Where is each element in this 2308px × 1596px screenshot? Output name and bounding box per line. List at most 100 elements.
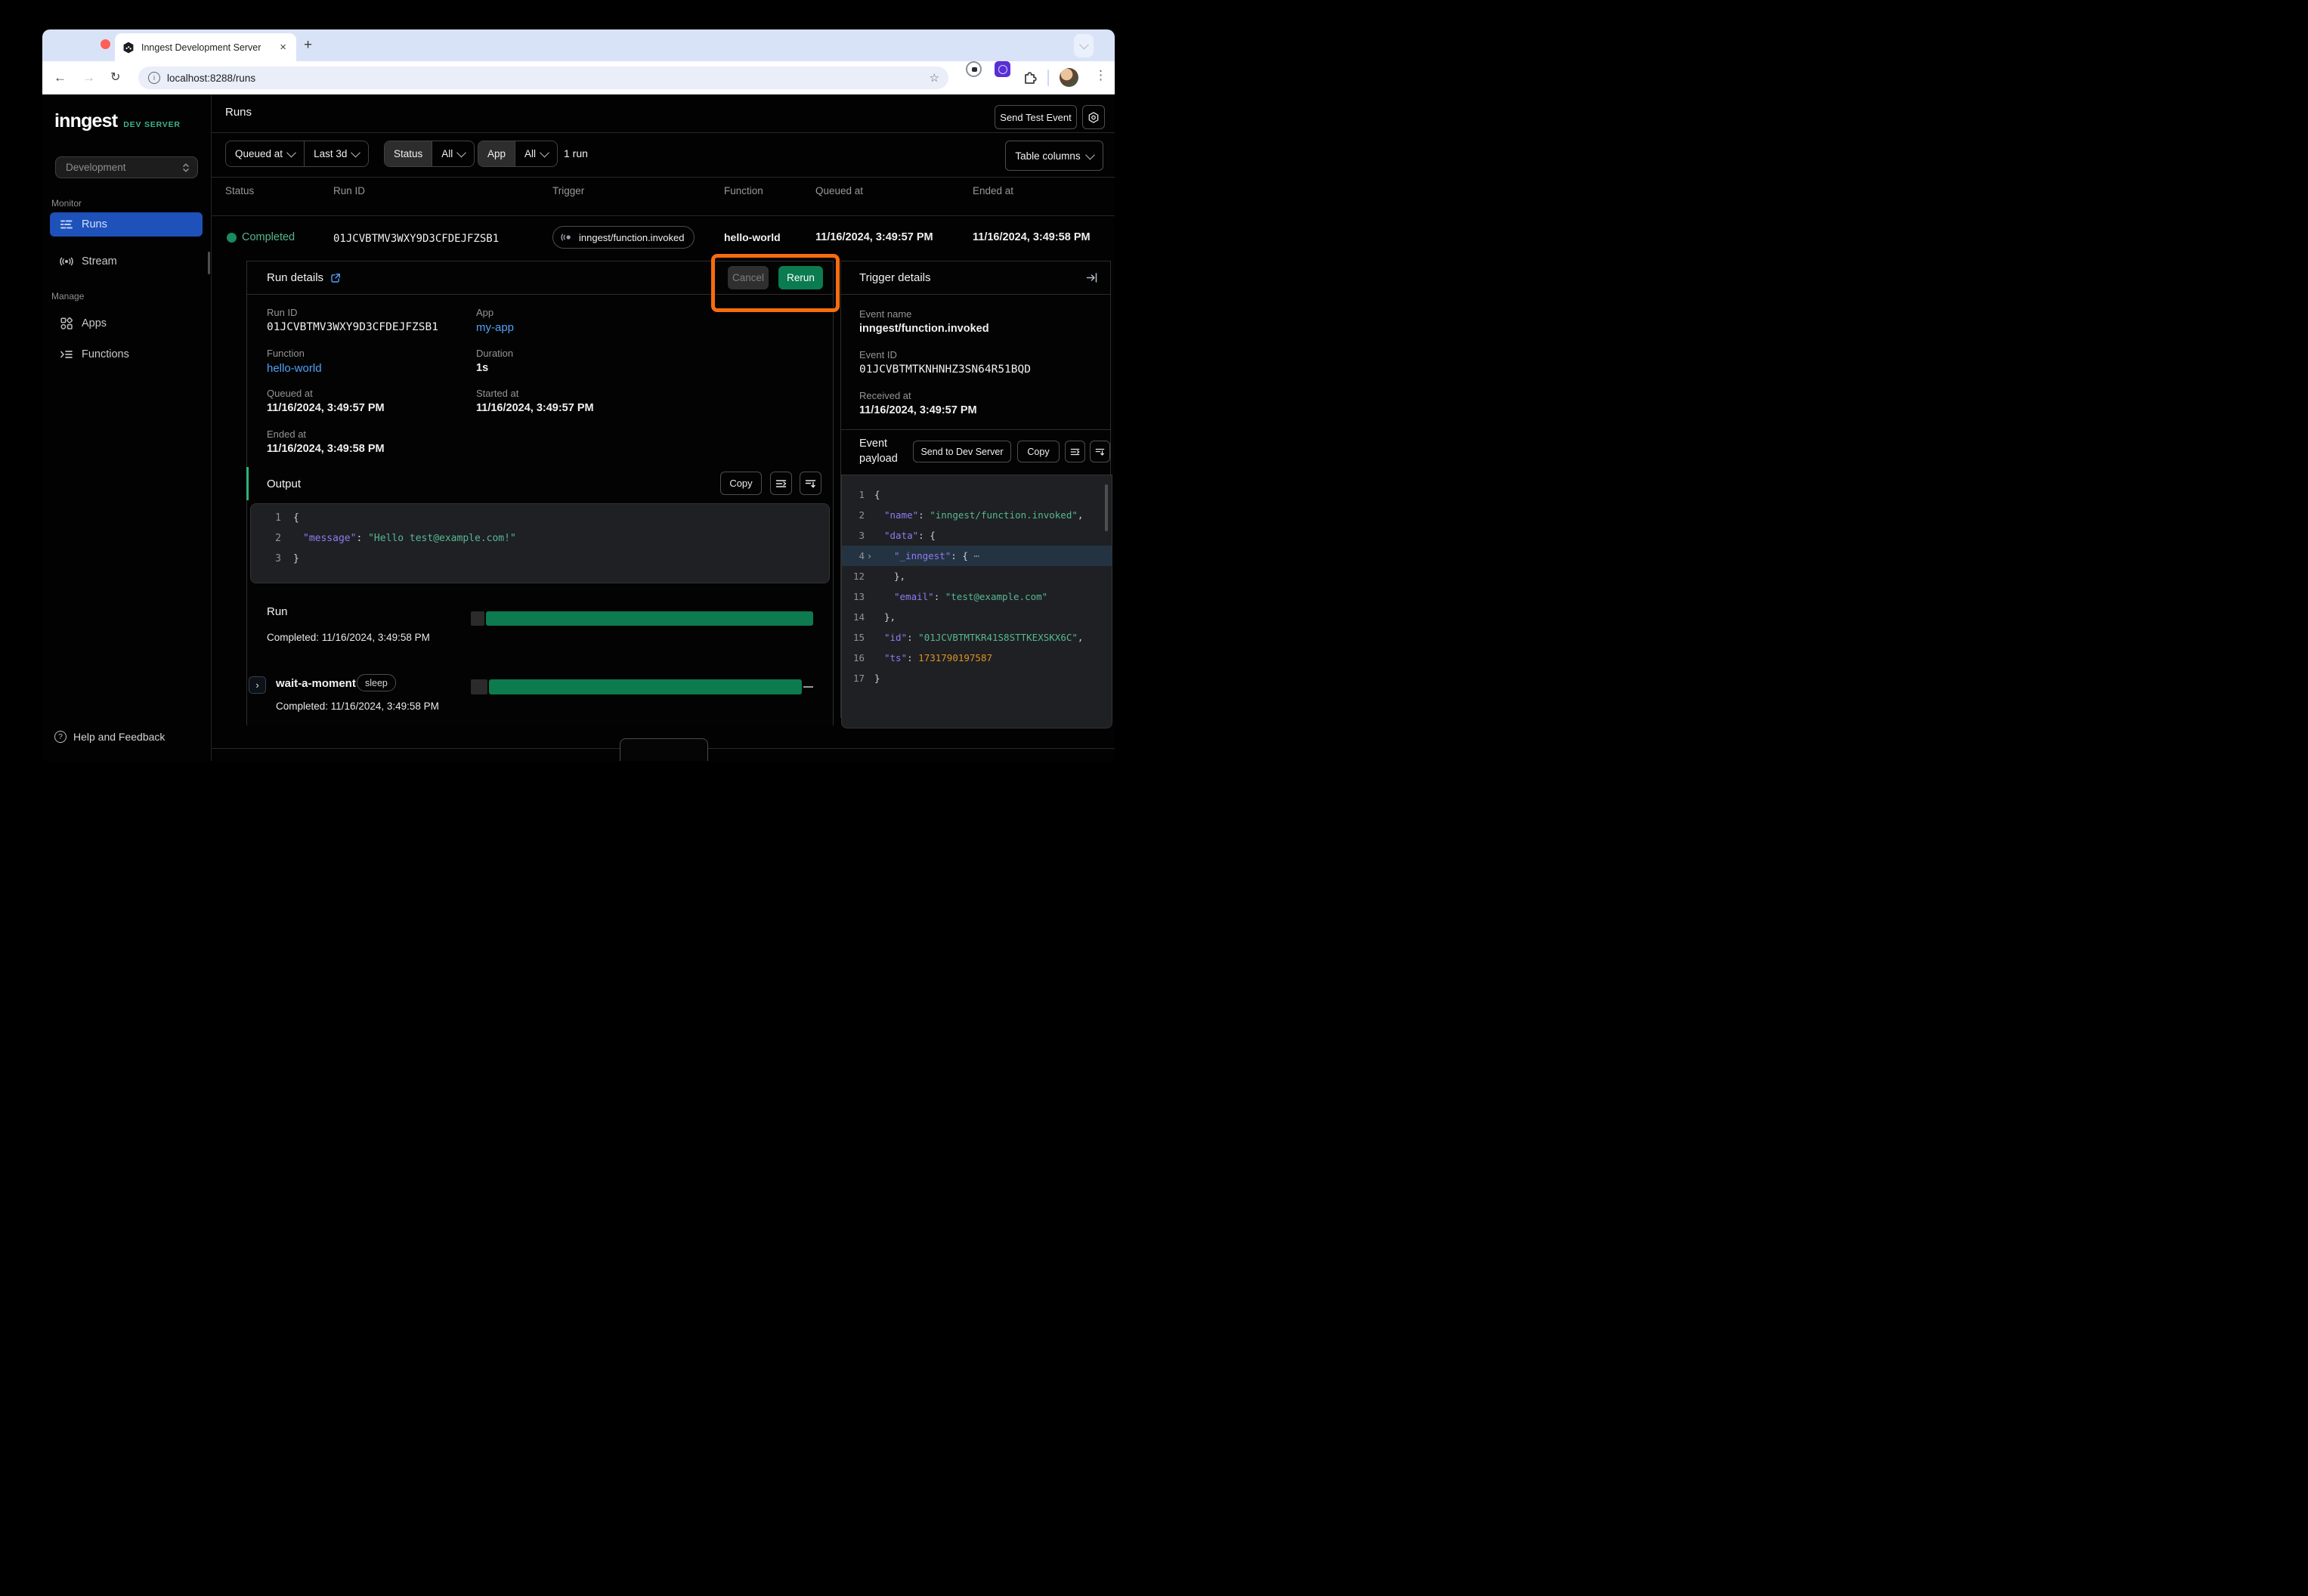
code-line: 3} bbox=[251, 549, 829, 569]
time-filter[interactable]: Queued at Last 3d bbox=[225, 141, 369, 167]
column-header-run-id[interactable]: Run ID bbox=[333, 185, 365, 196]
browser-tab[interactable]: Inngest Development Server × bbox=[115, 33, 296, 61]
code-content: "message": "Hello test@example.com!" bbox=[293, 533, 516, 544]
output-copy-button[interactable]: Copy bbox=[720, 472, 762, 495]
expand-lines-icon bbox=[805, 478, 816, 489]
app-filter-label: App bbox=[478, 141, 515, 166]
run-details-panel: Run details Cancel Rerun Run ID 01JCVBTM… bbox=[246, 261, 834, 725]
extensions-puzzle-icon[interactable] bbox=[1023, 69, 1038, 85]
external-link-icon[interactable] bbox=[330, 273, 341, 283]
field-label: App bbox=[476, 307, 514, 318]
step-name[interactable]: wait-a-moment bbox=[276, 677, 356, 690]
trigger-details-panel: Trigger details Event name inngest/funct… bbox=[840, 261, 1111, 718]
payload-scrollbar[interactable] bbox=[1105, 484, 1108, 531]
traffic-light-close[interactable] bbox=[101, 39, 110, 49]
bookmark-star-icon[interactable]: ☆ bbox=[930, 71, 939, 85]
sidebar-item-runs[interactable]: Runs bbox=[50, 212, 203, 237]
column-header-ended-at[interactable]: Ended at bbox=[973, 185, 1013, 196]
row-run-id[interactable]: 01JCVBTMV3WXY9D3CFDEJFZSB1 bbox=[333, 233, 499, 245]
forward-button[interactable]: → bbox=[82, 70, 95, 86]
code-line: 13"email": "test@example.com" bbox=[842, 586, 1112, 607]
sidebar-item-apps[interactable]: Apps bbox=[50, 311, 203, 336]
settings-gear-button[interactable] bbox=[1082, 105, 1105, 129]
apps-icon bbox=[60, 317, 73, 330]
collapse-chevron-icon[interactable]: › bbox=[865, 551, 874, 561]
run-details-header: Run details Cancel Rerun bbox=[247, 261, 833, 295]
line-number: 12 bbox=[842, 571, 865, 582]
column-header-queued-at[interactable]: Queued at bbox=[815, 185, 863, 196]
code-line: 3"data": { bbox=[842, 525, 1112, 546]
field-duration: Duration 1s bbox=[476, 348, 513, 374]
run-details-title: Run details bbox=[267, 271, 341, 284]
code-content: "data": { bbox=[874, 530, 936, 541]
reload-button[interactable]: ↻ bbox=[110, 70, 120, 86]
payload-word-wrap-button[interactable] bbox=[1065, 441, 1085, 462]
sidebar-item-functions[interactable]: Functions bbox=[50, 342, 203, 367]
runs-icon bbox=[60, 218, 73, 231]
purple-extension-icon[interactable] bbox=[995, 61, 1010, 77]
payload-copy-button[interactable]: Copy bbox=[1017, 441, 1060, 462]
field-event-name: Event name inngest/function.invoked bbox=[859, 308, 989, 335]
column-header-trigger[interactable]: Trigger bbox=[552, 185, 584, 196]
sidebar-scrollbar[interactable] bbox=[208, 252, 210, 274]
environment-select[interactable]: Development bbox=[55, 156, 198, 178]
code-line: 12}, bbox=[842, 566, 1112, 586]
field-started-at: Started at 11/16/2024, 3:49:57 PM bbox=[476, 388, 594, 414]
function-link[interactable]: hello-world bbox=[267, 362, 322, 375]
run-bar[interactable] bbox=[486, 611, 813, 626]
cancel-button[interactable]: Cancel bbox=[728, 266, 769, 289]
functions-icon bbox=[60, 348, 73, 361]
new-tab-button[interactable]: + bbox=[304, 38, 312, 53]
time-range-select[interactable]: Last 3d bbox=[304, 141, 368, 166]
status-filter-value[interactable]: All bbox=[432, 141, 474, 166]
event-payload-title: Event payload bbox=[859, 436, 914, 466]
code-content: { bbox=[874, 489, 880, 500]
line-number: 1 bbox=[842, 489, 865, 500]
step-completed-text: Completed: 11/16/2024, 3:49:58 PM bbox=[276, 701, 439, 712]
code-line: 1{ bbox=[251, 508, 829, 528]
code-content: } bbox=[874, 673, 880, 684]
output-expand-button[interactable] bbox=[800, 472, 821, 495]
app-filter[interactable]: App All bbox=[478, 141, 558, 167]
status-filter[interactable]: Status All bbox=[384, 141, 475, 167]
send-to-dev-server-button[interactable]: Send to Dev Server bbox=[913, 441, 1011, 462]
table-columns-button[interactable]: Table columns bbox=[1005, 141, 1103, 171]
rerun-button[interactable]: Rerun bbox=[778, 266, 823, 289]
code-line: 14}, bbox=[842, 607, 1112, 627]
row-trigger-label: inngest/function.invoked bbox=[579, 232, 684, 243]
back-button[interactable]: ← bbox=[54, 70, 67, 86]
address-bar[interactable]: i localhost:8288/runs ☆ bbox=[138, 66, 948, 89]
code-content: "email": "test@example.com" bbox=[874, 591, 1047, 602]
field-value: 11/16/2024, 3:49:57 PM bbox=[476, 402, 594, 414]
field-label: Event name bbox=[859, 308, 989, 320]
column-header-function[interactable]: Function bbox=[724, 185, 763, 196]
sidebar-item-label: Apps bbox=[82, 317, 107, 329]
payload-expand-button[interactable] bbox=[1090, 441, 1110, 462]
send-test-event-button[interactable]: Send Test Event bbox=[995, 105, 1077, 129]
cutoff-bottom-button[interactable] bbox=[620, 738, 708, 761]
select-updown-icon bbox=[182, 162, 190, 173]
help-and-feedback[interactable]: ? Help and Feedback bbox=[54, 731, 165, 743]
password-manager-extension-icon[interactable] bbox=[966, 61, 982, 77]
profile-avatar[interactable] bbox=[1060, 68, 1078, 87]
field-label: Run ID bbox=[267, 307, 438, 318]
tab-list-chevron-icon[interactable] bbox=[1074, 34, 1094, 57]
app-link[interactable]: my-app bbox=[476, 321, 514, 334]
sidebar-item-stream[interactable]: Stream bbox=[50, 249, 203, 274]
run-details-title-text: Run details bbox=[267, 271, 323, 284]
timeline-run-label[interactable]: Run bbox=[267, 605, 288, 618]
output-word-wrap-button[interactable] bbox=[770, 472, 792, 495]
app-filter-value[interactable]: All bbox=[515, 141, 557, 166]
tab-close-icon[interactable]: × bbox=[277, 41, 289, 54]
step-expand-chevron[interactable]: › bbox=[249, 676, 266, 694]
time-field-select[interactable]: Queued at bbox=[226, 141, 304, 166]
event-payload-code[interactable]: 1{2"name": "inngest/function.invoked",3"… bbox=[841, 475, 1112, 728]
output-code[interactable]: 1{2"message": "Hello test@example.com!"3… bbox=[250, 503, 830, 583]
site-info-icon[interactable]: i bbox=[148, 72, 160, 84]
browser-window: Inngest Development Server × + ← → ↻ i l… bbox=[42, 29, 1115, 761]
column-header-status[interactable]: Status bbox=[225, 185, 254, 196]
row-trigger-badge[interactable]: inngest/function.invoked bbox=[552, 226, 695, 249]
browser-menu-icon[interactable]: ⋮ bbox=[1094, 68, 1107, 83]
step-bar[interactable] bbox=[489, 679, 802, 694]
collapse-panel-icon[interactable] bbox=[1086, 272, 1098, 283]
